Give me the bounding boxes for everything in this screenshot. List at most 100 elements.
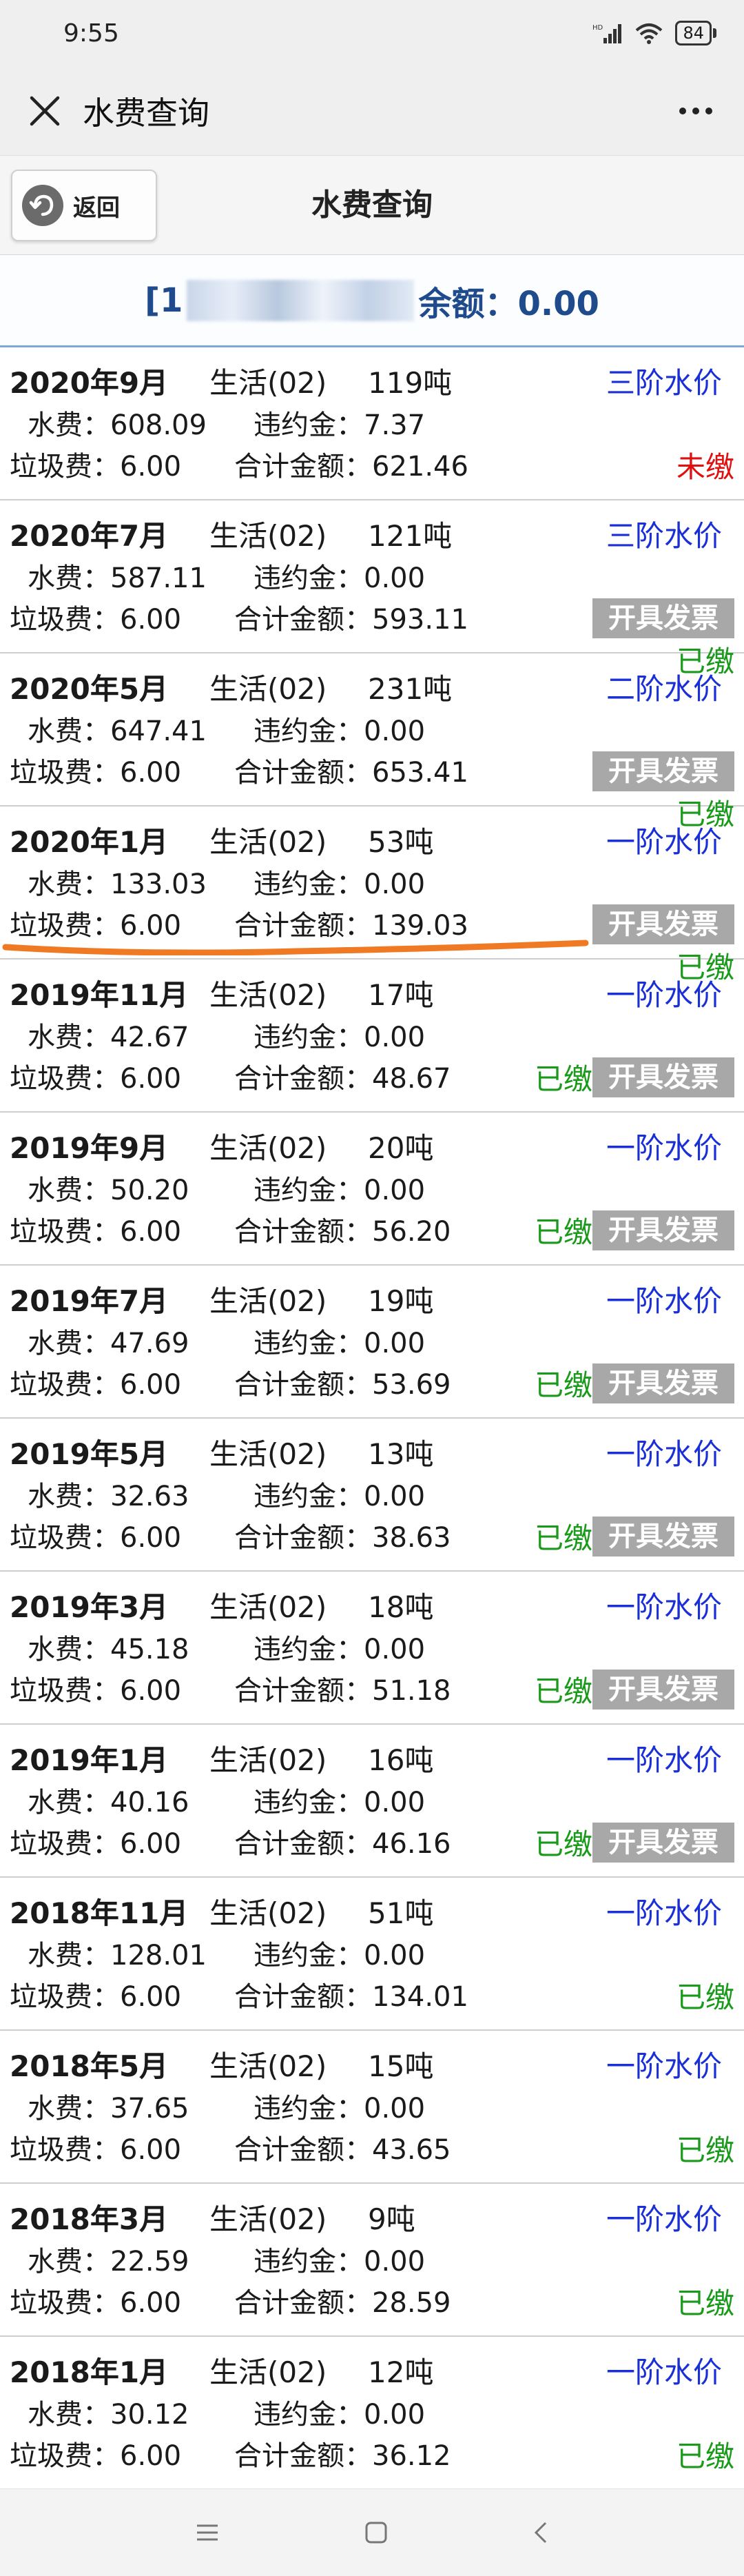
water-fee: 水费：42.67 <box>28 1022 189 1053</box>
account-summary: [1 余额：0.00 <box>0 255 744 347</box>
water-volume: 53吨 <box>368 825 434 859</box>
total-amount: 合计金额：134.01 <box>234 1981 468 2013</box>
issue-invoice-button[interactable]: 开具发票 <box>592 751 734 791</box>
water-fee: 水费：45.18 <box>28 1634 189 1665</box>
water-fee: 水费：608.09 <box>28 409 207 441</box>
total-amount: 合计金额：51.18 <box>234 1675 451 1707</box>
water-fee: 水费：37.65 <box>28 2093 189 2124</box>
bill-record[interactable]: 2019年7月 生活(02) 19吨 一阶水价 水费：47.69 违约金：0.00 垃… <box>0 1266 744 1419</box>
wifi-icon <box>636 23 663 44</box>
record-period: 2018年1月 <box>10 2355 169 2389</box>
bill-record[interactable]: 2018年5月 生活(02) 15吨 一阶水价 水费：37.65 违约金：0.00 垃… <box>0 2031 744 2184</box>
water-fee: 水费：40.16 <box>28 1787 189 1818</box>
price-tier: 一阶水价 <box>606 825 722 859</box>
payment-status: 已缴 <box>534 1827 592 1861</box>
total-line: 垃圾费：6.00 合计金额：36.12 <box>10 2433 451 2473</box>
penalty-fee: 违约金：0.00 <box>254 2093 426 2124</box>
total-amount: 合计金额：46.16 <box>234 1828 451 1860</box>
usage-type: 生活(02) <box>209 2355 327 2389</box>
record-period: 2018年11月 <box>10 1896 189 1930</box>
total-amount: 合计金额：28.59 <box>234 2287 451 2319</box>
account-number: [1 <box>145 281 183 320</box>
bill-record[interactable]: 2019年5月 生活(02) 13吨 一阶水价 水费：32.63 违约金：0.00 垃… <box>0 1419 744 1572</box>
issue-invoice-button[interactable]: 开具发票 <box>592 1057 734 1097</box>
record-header: 2019年11月 生活(02) 17吨 <box>10 972 433 1014</box>
record-header: 2020年9月 生活(02) 119吨 <box>10 360 452 402</box>
total-amount: 合计金额：43.65 <box>234 2134 451 2166</box>
penalty-fee: 违约金：0.00 <box>254 2399 426 2431</box>
issue-invoice-button[interactable]: 开具发票 <box>592 1670 734 1710</box>
total-line: 垃圾费：6.00 合计金额：593.11 <box>10 597 468 637</box>
bill-record[interactable]: 2020年5月 生活(02) 231吨 二阶水价 水费：647.41 违约金：0.00… <box>0 653 744 831</box>
system-navigation-bar <box>0 2488 744 2576</box>
water-volume: 20吨 <box>368 1131 434 1165</box>
water-volume: 9吨 <box>368 2202 415 2236</box>
fee-line: 水费：22.59 违约金：0.00 <box>28 2239 425 2279</box>
orange-underline-annotation <box>2 940 589 955</box>
garbage-fee: 垃圾费：6.00 <box>10 2134 182 2166</box>
window-title: 水费查询 <box>83 94 209 132</box>
penalty-fee: 违约金：0.00 <box>254 2246 426 2278</box>
fee-line: 水费：40.16 违约金：0.00 <box>28 1780 425 1820</box>
price-tier: 一阶水价 <box>606 2202 722 2236</box>
record-header: 2019年5月 生活(02) 13吨 <box>10 1431 433 1473</box>
water-fee: 水费：22.59 <box>28 2246 189 2278</box>
bill-record[interactable]: 2018年1月 生活(02) 12吨 一阶水价 水费：30.12 违约金：0.00 垃… <box>0 2337 744 2490</box>
bill-record[interactable]: 2018年11月 生活(02) 51吨 一阶水价 水费：128.01 违约金：0.00… <box>0 1878 744 2031</box>
back-button-label: 返回 <box>73 194 120 222</box>
payment-status: 已缴 <box>676 2440 734 2473</box>
payment-status: 已缴 <box>534 1368 592 1402</box>
redacted-account-mask <box>187 279 415 321</box>
bill-record[interactable]: 2020年9月 生活(02) 119吨 三阶水价 水费：608.09 违约金：7.37… <box>0 347 744 500</box>
water-fee: 水费：587.11 <box>28 562 207 594</box>
fee-line: 水费：47.69 违约金：0.00 <box>28 1321 425 1361</box>
home-icon[interactable] <box>364 2521 388 2544</box>
penalty-fee: 违约金：0.00 <box>254 1481 426 1512</box>
water-fee: 水费：133.03 <box>28 869 207 900</box>
payment-status: 已缴 <box>676 1980 734 2014</box>
usage-type: 生活(02) <box>209 1284 327 1318</box>
issue-invoice-button[interactable]: 开具发票 <box>592 1517 734 1556</box>
bill-record[interactable]: 2019年1月 生活(02) 16吨 一阶水价 水费：40.16 违约金：0.00 垃… <box>0 1725 744 1878</box>
system-icons: HD 84 <box>592 21 716 45</box>
record-header: 2019年1月 生活(02) 16吨 <box>10 1737 433 1779</box>
usage-type: 生活(02) <box>209 1131 327 1165</box>
back-button[interactable]: 返回 <box>11 170 157 241</box>
issue-invoice-button[interactable]: 开具发票 <box>592 598 734 638</box>
back-icon[interactable] <box>533 2521 549 2544</box>
fee-line: 水费：128.01 违约金：0.00 <box>28 1933 425 1973</box>
total-amount: 合计金额：593.11 <box>234 604 468 636</box>
svg-text:HD: HD <box>592 24 603 32</box>
issue-invoice-button[interactable]: 开具发票 <box>592 1363 734 1403</box>
price-tier: 一阶水价 <box>606 1743 722 1777</box>
water-volume: 231吨 <box>368 672 453 706</box>
bill-record[interactable]: 2019年3月 生活(02) 18吨 一阶水价 水费：45.18 违约金：0.00 垃… <box>0 1572 744 1725</box>
record-header: 2018年11月 生活(02) 51吨 <box>10 1890 433 1932</box>
bill-record[interactable]: 2020年7月 生活(02) 121吨 三阶水价 水费：587.11 违约金：0.00… <box>0 500 744 678</box>
menu-icon[interactable] <box>195 2522 220 2543</box>
more-options-button[interactable] <box>668 87 723 135</box>
usage-type: 生活(02) <box>209 2202 327 2236</box>
water-volume: 17吨 <box>368 978 434 1012</box>
total-amount: 合计金额：36.12 <box>234 2440 451 2472</box>
price-tier: 一阶水价 <box>606 978 722 1012</box>
bill-record[interactable]: 2019年11月 生活(02) 17吨 一阶水价 水费：42.67 违约金：0.00 … <box>0 960 744 1113</box>
water-fee: 水费：128.01 <box>28 1940 207 1971</box>
record-period: 2019年5月 <box>10 1437 169 1471</box>
price-tier: 三阶水价 <box>606 519 722 553</box>
issue-invoice-button[interactable]: 开具发票 <box>592 904 734 944</box>
issue-invoice-button[interactable]: 开具发票 <box>592 1210 734 1250</box>
garbage-fee: 垃圾费：6.00 <box>10 451 182 483</box>
total-line: 垃圾费：6.00 合计金额：621.46 <box>10 444 468 484</box>
total-line: 垃圾费：6.00 合计金额：134.01 <box>10 1974 468 2014</box>
water-volume: 16吨 <box>368 1743 434 1777</box>
back-arrow-icon <box>22 185 63 226</box>
bill-record[interactable]: 2019年9月 生活(02) 20吨 一阶水价 水费：50.20 违约金：0.00 垃… <box>0 1113 744 1266</box>
total-amount: 合计金额：653.41 <box>234 757 468 789</box>
bill-record[interactable]: 2018年3月 生活(02) 9吨 一阶水价 水费：22.59 违约金：0.00 垃圾… <box>0 2184 744 2337</box>
payment-status: 未缴 <box>676 450 734 484</box>
usage-type: 生活(02) <box>209 1743 327 1777</box>
close-button[interactable] <box>21 87 69 135</box>
issue-invoice-button[interactable]: 开具发票 <box>592 1823 734 1863</box>
penalty-fee: 违约金：7.37 <box>254 409 426 441</box>
